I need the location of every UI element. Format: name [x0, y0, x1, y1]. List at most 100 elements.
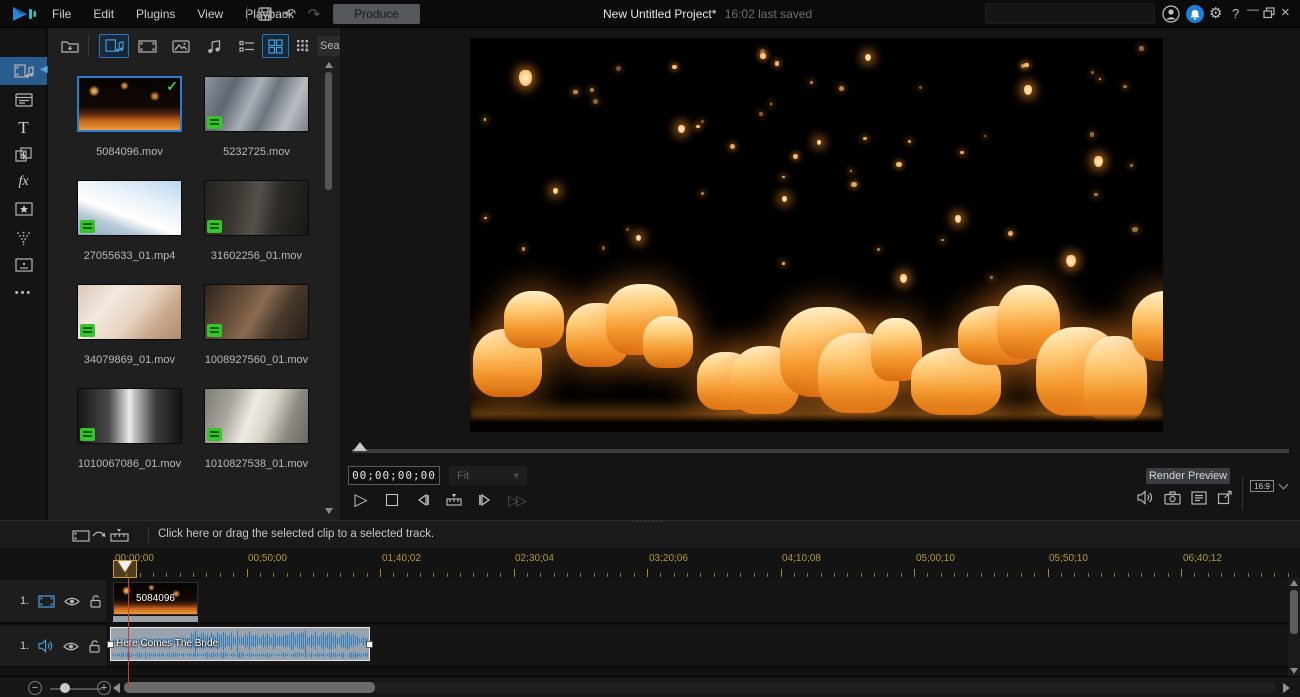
notifications-bell-icon[interactable] — [1186, 5, 1204, 23]
ruler-tick — [1221, 573, 1222, 577]
media-item[interactable]: 5232725.mov — [204, 76, 309, 158]
play-button[interactable]: ▷ — [351, 490, 371, 510]
scroll-up-icon[interactable] — [1290, 580, 1298, 586]
trim-handle-right[interactable] — [366, 641, 373, 648]
collapse-rail-icon[interactable]: ◀ — [40, 64, 48, 75]
filter-video-button[interactable] — [133, 34, 161, 58]
rail-subtitle-room[interactable] — [0, 251, 47, 279]
ruler-tick — [527, 573, 528, 577]
track-lock-icon[interactable] — [89, 594, 102, 608]
scroll-left-icon[interactable] — [113, 683, 120, 693]
lantern-shape — [643, 316, 693, 368]
redo-icon[interactable]: ↷ — [304, 5, 324, 23]
rail-particle-room[interactable] — [0, 224, 47, 252]
save-icon[interactable] — [255, 5, 275, 23]
rail-title-room[interactable]: T — [0, 114, 47, 142]
menu-view[interactable]: View — [197, 7, 223, 21]
track-lock-icon[interactable] — [88, 639, 101, 653]
video-clip[interactable]: 5084096 — [113, 582, 198, 615]
seek-marker-button[interactable] — [444, 490, 464, 510]
stop-button[interactable] — [382, 490, 402, 510]
scrollbar-thumb[interactable] — [1290, 590, 1298, 634]
filter-audio-button[interactable] — [200, 34, 228, 58]
ruler-tick — [674, 573, 675, 577]
library-scrollbar[interactable] — [324, 62, 334, 514]
media-filename: 34079869_01.mov — [77, 354, 182, 366]
scroll-right-icon[interactable] — [1283, 683, 1290, 693]
undock-preview-icon[interactable] — [1217, 490, 1233, 505]
media-item[interactable]: ✓ 5084096.mov — [77, 76, 182, 158]
scroll-down-icon[interactable] — [1290, 668, 1298, 674]
settings-gear-icon[interactable]: ⚙ — [1209, 4, 1222, 22]
video-track-lane[interactable]: 5084096 — [108, 580, 1288, 622]
aspect-ratio-badge[interactable]: 16:9 — [1250, 480, 1274, 492]
zoom-fit-dropdown[interactable]: Fit ▾ — [449, 466, 527, 485]
library-search-input[interactable]: Sea — [317, 36, 340, 56]
timeline-vertical-scrollbar[interactable] — [1288, 578, 1300, 676]
grid-view-button[interactable] — [262, 34, 289, 58]
ruler-tick — [1034, 573, 1035, 577]
rail-intro-room[interactable] — [0, 86, 47, 114]
rail-transition-room[interactable] — [0, 141, 47, 169]
media-item[interactable]: 1010827538_01.mov — [204, 388, 309, 470]
import-media-button[interactable] — [57, 34, 82, 58]
menu-edit[interactable]: Edit — [93, 7, 114, 21]
close-icon[interactable]: × — [1281, 4, 1290, 21]
filter-photo-button[interactable] — [167, 34, 195, 58]
media-item[interactable]: 1008927560_01.mov — [204, 284, 309, 366]
media-item[interactable]: 1010067086_01.mov — [77, 388, 182, 470]
playhead-line[interactable] — [128, 578, 129, 688]
timeline-zoom-slider[interactable] — [50, 688, 102, 690]
audio-track-lane[interactable]: Here Comes The Bride — [108, 626, 1288, 666]
media-thumbnail — [204, 76, 309, 132]
scroll-up-icon[interactable] — [325, 62, 333, 68]
zoom-in-button[interactable]: + — [97, 681, 111, 695]
minimize-icon[interactable]: — — [1247, 2, 1259, 16]
audio-clip[interactable]: Here Comes The Bride — [110, 627, 370, 661]
track-visibility-eye-icon[interactable] — [64, 596, 80, 607]
next-frame-button[interactable] — [475, 490, 495, 510]
menu-file[interactable]: File — [52, 7, 71, 21]
track-visibility-eye-icon[interactable] — [63, 641, 79, 652]
scroll-down-icon[interactable] — [325, 508, 333, 514]
media-item[interactable]: 31602256_01.mov — [204, 180, 309, 262]
previous-frame-button[interactable] — [413, 490, 433, 510]
hint-text[interactable]: Click here or drag the selected clip to … — [158, 528, 434, 540]
menu-plugins[interactable]: Plugins — [136, 7, 175, 21]
mute-speaker-icon[interactable] — [1137, 490, 1154, 505]
snapshot-camera-icon[interactable] — [1164, 491, 1181, 505]
render-preview-button[interactable]: Render Preview — [1146, 468, 1230, 484]
video-clip-audio-strip[interactable] — [113, 616, 198, 622]
playhead-marker[interactable] — [118, 561, 132, 572]
rail-effect-room[interactable]: fx — [0, 168, 47, 196]
media-item[interactable]: 27055633_01.mp4 — [77, 180, 182, 262]
trim-handle-left[interactable] — [107, 641, 114, 648]
ruler-tick — [340, 573, 341, 577]
ruler-tick — [140, 573, 141, 577]
list-view-button[interactable] — [233, 34, 260, 58]
timecode-display[interactable]: 00;00;00;00 — [348, 466, 440, 485]
help-icon[interactable]: ? — [1232, 6, 1239, 21]
fast-forward-button[interactable]: ▷▷ — [506, 490, 526, 510]
preview-seekbar[interactable] — [352, 449, 1289, 453]
aspect-chevron-icon[interactable] — [1279, 480, 1289, 490]
filter-all-media-button[interactable] — [99, 34, 129, 58]
timeline-horizontal-scrollbar[interactable] — [124, 682, 1276, 693]
undo-icon[interactable]: ↶ — [280, 5, 300, 23]
produce-button[interactable]: Produce — [333, 4, 420, 24]
rail-more-rooms[interactable]: ••• — [0, 279, 47, 307]
content-download-button[interactable] — [292, 34, 314, 58]
panel-resize-handle[interactable]: ········ — [632, 516, 664, 526]
timeline-ruler[interactable]: 00;00;00 00;50;00 01;40;02 02;30;04 03;2… — [0, 548, 1300, 578]
account-avatar-icon[interactable] — [1162, 5, 1180, 23]
zoom-slider-knob[interactable] — [60, 683, 70, 693]
scrollbar-thumb[interactable] — [124, 682, 375, 693]
rail-overlay-room[interactable] — [0, 195, 47, 223]
media-item[interactable]: 34079869_01.mov — [77, 284, 182, 366]
scrollbar-thumb[interactable] — [325, 72, 332, 190]
zoom-out-button[interactable]: − — [28, 681, 42, 695]
titlebar-search-input[interactable] — [985, 3, 1155, 24]
media-details-icon[interactable] — [1191, 491, 1207, 505]
restore-window-icon[interactable] — [1263, 7, 1275, 19]
seek-handle[interactable] — [353, 442, 367, 451]
